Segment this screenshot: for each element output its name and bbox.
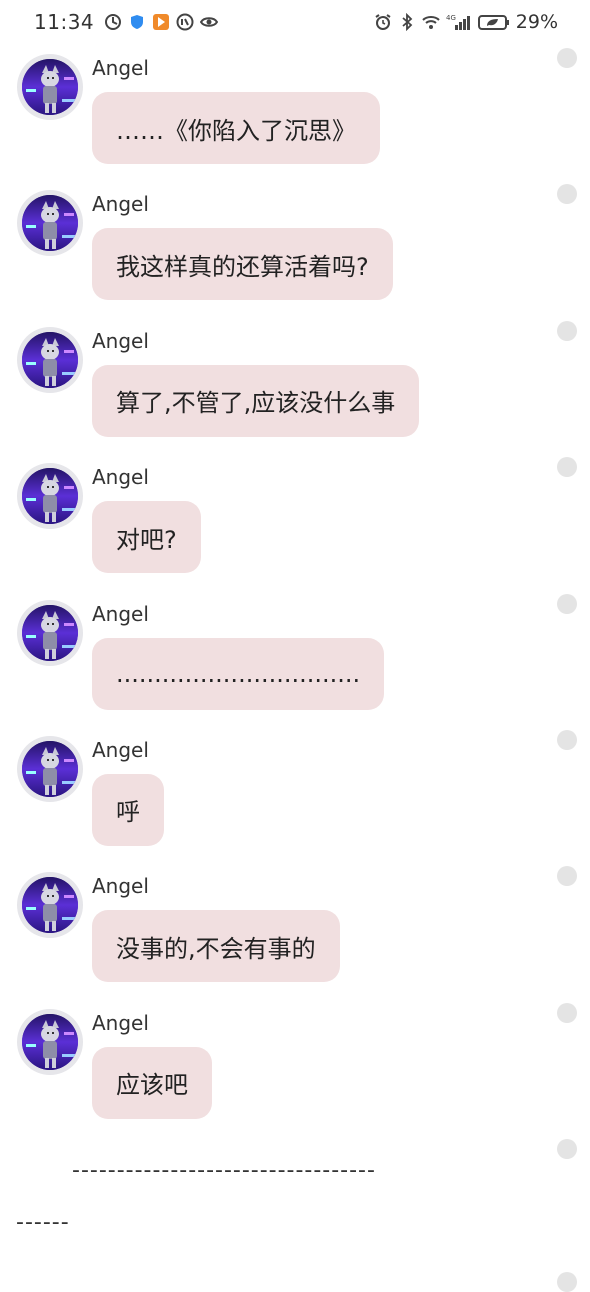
message-row: Angel 没事的,不会有事的 [0, 866, 590, 1002]
message-select-dot[interactable] [557, 48, 577, 68]
message-select-dot[interactable] [557, 593, 577, 614]
battery-percent: 29% [515, 11, 558, 33]
alarm-icon [374, 13, 392, 31]
avatar-image [22, 1013, 78, 1070]
avatar-image [22, 331, 78, 388]
shield-icon [128, 13, 146, 31]
message-select-dot[interactable] [557, 320, 577, 341]
signal-icon: 4G [446, 13, 472, 31]
avatar-image [22, 468, 78, 525]
message-bubble[interactable]: 对吧? [92, 501, 201, 574]
avatar[interactable] [17, 1008, 83, 1075]
sender-name: Angel [92, 192, 149, 217]
status-bar-right: 4G 29% [374, 11, 558, 33]
status-time: 11:34 [34, 10, 95, 34]
message-row: Angel ……《你陷入了沉思》 [0, 48, 590, 184]
message-bubble[interactable]: 应该吧 [92, 1046, 212, 1119]
sender-name: Angel [92, 465, 149, 490]
wifi-icon [422, 13, 440, 31]
message-bubble[interactable]: 没事的,不会有事的 [92, 910, 340, 983]
avatar[interactable] [17, 735, 83, 802]
message-row: Angel 呼 [0, 729, 590, 866]
message-select-dot[interactable] [557, 866, 577, 887]
message-row: Angel 应该吧 [0, 1002, 590, 1139]
message-bubble[interactable]: 算了,不管了,应该没什么事 [92, 364, 420, 437]
divider-line-continued: ------ [16, 1210, 70, 1235]
avatar-image [22, 195, 78, 252]
avatar[interactable] [17, 326, 83, 393]
sender-name: Angel [92, 601, 149, 626]
status-bar: 11:34 4G 29% [0, 0, 590, 44]
sender-name: Angel [92, 737, 149, 762]
message-select-dot[interactable] [557, 457, 577, 478]
message-select-dot[interactable] [557, 184, 577, 205]
message-bubble[interactable]: 我这样真的还算活着吗? [92, 228, 393, 301]
message-bubble[interactable]: ……《你陷入了沉思》 [92, 92, 380, 164]
app-icon [176, 13, 194, 31]
avatar[interactable] [17, 190, 83, 257]
message-bubble[interactable]: ................................ [92, 637, 385, 710]
avatar-image [22, 877, 78, 934]
message-select-dot[interactable] [557, 1002, 577, 1023]
message-select-dot[interactable] [557, 1272, 577, 1292]
play-icon [152, 13, 170, 31]
avatar[interactable] [17, 872, 83, 939]
divider-line: ---------------------------------- [72, 1158, 376, 1183]
battery-icon [477, 13, 510, 31]
message-select-dot[interactable] [557, 1139, 577, 1159]
message-list: Angel ……《你陷入了沉思》 Angel 我这样真的还算活着吗? Angel 算了,不… [0, 48, 590, 1139]
bluetooth-icon [398, 13, 416, 31]
message-row: Angel 我这样真的还算活着吗? [0, 184, 590, 320]
message-row: Angel 对吧? [0, 457, 590, 593]
sender-name: Angel [92, 1010, 149, 1035]
avatar-image [22, 740, 78, 797]
message-row: Angel 算了,不管了,应该没什么事 [0, 320, 590, 457]
avatar[interactable] [17, 463, 83, 530]
svg-text:4G: 4G [446, 14, 456, 22]
avatar-image [22, 59, 78, 115]
message-row: Angel................................ [0, 593, 590, 730]
eye-icon [200, 13, 219, 31]
status-bar-left: 11:34 [34, 10, 219, 34]
sender-name: Angel [92, 56, 149, 80]
message-select-dot[interactable] [557, 729, 577, 750]
avatar-image [22, 604, 78, 661]
message-bubble[interactable]: 呼 [92, 773, 164, 846]
avatar[interactable] [17, 54, 83, 120]
avatar[interactable] [17, 599, 83, 666]
sender-name: Angel [92, 328, 149, 353]
sender-name: Angel [92, 874, 149, 899]
timer-icon [104, 13, 122, 31]
